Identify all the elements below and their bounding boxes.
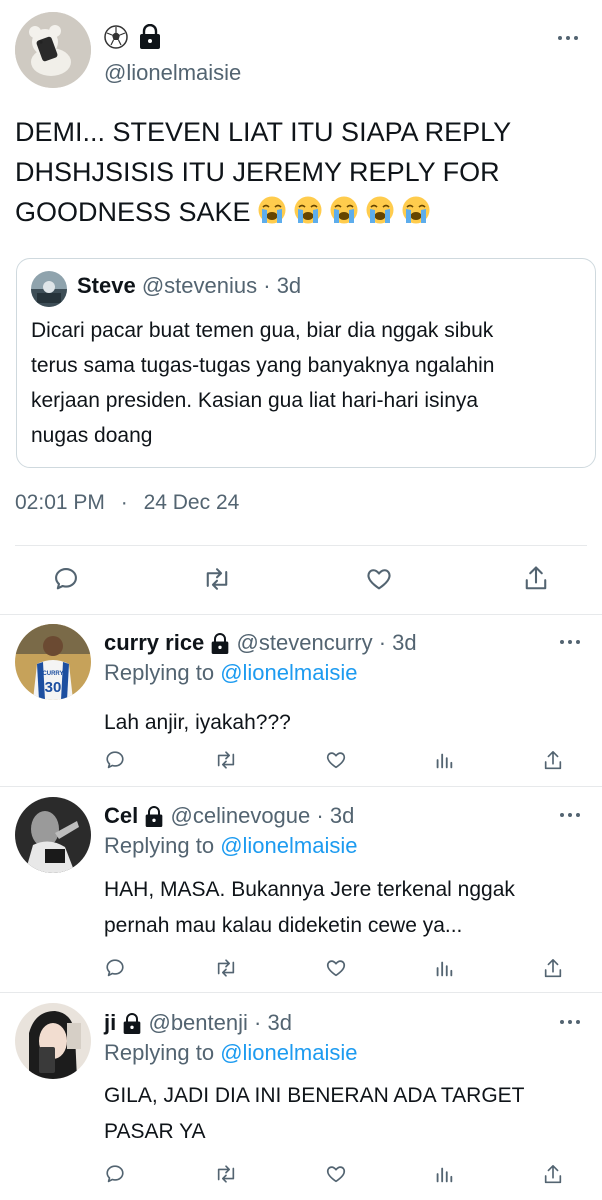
loudly-crying-face-emoji xyxy=(329,195,359,225)
reply-text-line: PASAR YA xyxy=(104,1120,206,1143)
reply-text: Lah anjir, iyakah??? xyxy=(104,705,291,740)
svg-text:30: 30 xyxy=(45,679,62,696)
views-icon[interactable] xyxy=(433,749,455,771)
badge-icons xyxy=(104,24,162,50)
replying-to-label: Replying to xyxy=(104,1040,215,1065)
reply-timestamp: · 3d xyxy=(254,1010,292,1035)
reply-author-handle[interactable]: @celinevogue xyxy=(171,803,311,828)
author-avatar[interactable] xyxy=(15,12,91,88)
views-icon[interactable] xyxy=(433,1163,455,1185)
like-icon[interactable] xyxy=(364,565,394,593)
tweet-text-line: DEMI... STEVEN LIAT ITU SIAPA REPLY xyxy=(15,117,512,147)
quoted-author-handle[interactable]: @stevenius xyxy=(142,273,257,298)
lock-icon xyxy=(144,806,164,828)
svg-text:CURRY: CURRY xyxy=(42,671,63,677)
quoted-text-line: nugas doang xyxy=(31,424,153,447)
reply-avatar[interactable] xyxy=(15,1003,91,1079)
reply-header: Cel @celinevogue · 3d xyxy=(104,803,354,829)
more-options-icon[interactable] xyxy=(558,34,580,42)
reply-avatar[interactable] xyxy=(15,797,91,873)
share-icon[interactable] xyxy=(542,957,564,981)
reply-icon[interactable] xyxy=(104,957,126,979)
replying-to: Replying to @lionelmaisie xyxy=(104,833,357,859)
reply-text-line: Lah anjir, iyakah??? xyxy=(104,711,291,734)
share-icon[interactable] xyxy=(542,1163,564,1187)
views-icon[interactable] xyxy=(433,957,455,979)
crying-emoji-group xyxy=(251,195,431,227)
replying-to-label: Replying to xyxy=(104,660,215,685)
tweet-time: 02:01 PM xyxy=(15,491,105,514)
lock-icon xyxy=(122,1013,142,1035)
quoted-author-avatar[interactable] xyxy=(31,271,67,307)
dot-separator: · xyxy=(120,491,128,514)
retweet-icon[interactable] xyxy=(214,749,238,771)
like-icon[interactable] xyxy=(324,749,348,771)
replying-to: Replying to @lionelmaisie xyxy=(104,660,357,686)
reply-text: GILA, JADI DIA INI BENERAN ADA TARGET PA… xyxy=(104,1078,525,1150)
reply-text-line: GILA, JADI DIA INI BENERAN ADA TARGET xyxy=(104,1084,525,1107)
replying-to-handle[interactable]: @lionelmaisie xyxy=(220,660,357,685)
loudly-crying-face-emoji xyxy=(365,195,395,225)
quoted-header: Steve @stevenius · 3d xyxy=(77,273,301,299)
reply-author-handle[interactable]: @stevencurry xyxy=(237,630,373,655)
author-handle[interactable]: @lionelmaisie xyxy=(104,60,241,86)
like-icon[interactable] xyxy=(324,957,348,979)
section-divider xyxy=(0,614,602,615)
tweet-timestamp[interactable]: 02:01 PM · 24 Dec 24 xyxy=(15,491,239,515)
like-icon[interactable] xyxy=(324,1163,348,1185)
section-divider xyxy=(0,992,602,993)
quoted-timestamp: · 3d xyxy=(263,273,302,298)
share-icon[interactable] xyxy=(542,749,564,773)
tweet-text-line-with-emoji: GOODNESS SAKE xyxy=(15,192,511,232)
reply-icon[interactable] xyxy=(52,565,80,593)
replying-to-label: Replying to xyxy=(104,833,215,858)
section-divider xyxy=(0,786,602,787)
replying-to-handle[interactable]: @lionelmaisie xyxy=(220,1040,357,1065)
reply-text: HAH, MASA. Bukannya Jere terkenal nggak … xyxy=(104,872,515,944)
reply-header: curry rice @stevencurry · 3d xyxy=(104,630,417,656)
reply-timestamp: · 3d xyxy=(316,803,355,828)
retweet-icon[interactable] xyxy=(202,565,232,593)
tweet-date: 24 Dec 24 xyxy=(143,491,240,514)
loudly-crying-face-emoji xyxy=(257,195,287,225)
loudly-crying-face-emoji xyxy=(401,195,431,225)
more-options-icon[interactable] xyxy=(560,1018,582,1026)
timestamp-divider xyxy=(15,545,587,546)
retweet-icon[interactable] xyxy=(214,957,238,979)
reply-author-name[interactable]: Cel xyxy=(104,803,138,828)
more-options-icon[interactable] xyxy=(560,811,582,819)
reply-author-name[interactable]: ji xyxy=(104,1010,116,1035)
reply-icon[interactable] xyxy=(104,1163,126,1185)
reply-text-line: pernah mau kalau dideketin cewe ya... xyxy=(104,914,463,937)
quoted-text: Dicari pacar buat temen gua, biar dia ng… xyxy=(31,313,494,453)
lock-icon xyxy=(210,633,230,655)
quoted-text-line: Dicari pacar buat temen gua, biar dia ng… xyxy=(31,319,494,342)
tweet-text: DEMI... STEVEN LIAT ITU SIAPA REPLY DHSH… xyxy=(15,112,511,232)
reply-avatar[interactable]: CURRY 30 xyxy=(15,624,91,700)
reply-author-name[interactable]: curry rice xyxy=(104,630,204,655)
quoted-text-line: terus sama tugas-tugas yang banyaknya ng… xyxy=(31,354,495,377)
tweet-text-line: DHSHJSISIS ITU JEREMY REPLY FOR xyxy=(15,157,500,187)
retweet-icon[interactable] xyxy=(214,1163,238,1185)
quoted-tweet-card[interactable]: Steve @stevenius · 3d Dicari pacar buat … xyxy=(16,258,596,468)
reply-text-line: HAH, MASA. Bukannya Jere terkenal nggak xyxy=(104,878,515,901)
more-options-icon[interactable] xyxy=(560,638,582,646)
soccer-ball-icon xyxy=(104,25,128,49)
share-icon[interactable] xyxy=(522,564,550,594)
loudly-crying-face-emoji xyxy=(293,195,323,225)
replying-to-handle[interactable]: @lionelmaisie xyxy=(220,833,357,858)
replying-to: Replying to @lionelmaisie xyxy=(104,1040,357,1066)
quoted-author-name[interactable]: Steve xyxy=(77,273,136,298)
reply-author-handle[interactable]: @bentenji xyxy=(148,1010,247,1035)
reply-timestamp: · 3d xyxy=(378,630,417,655)
reply-icon[interactable] xyxy=(104,749,126,771)
lock-icon xyxy=(138,24,162,50)
reply-header: ji @bentenji · 3d xyxy=(104,1010,292,1036)
quoted-text-line: kerjaan presiden. Kasian gua liat hari-h… xyxy=(31,389,479,412)
